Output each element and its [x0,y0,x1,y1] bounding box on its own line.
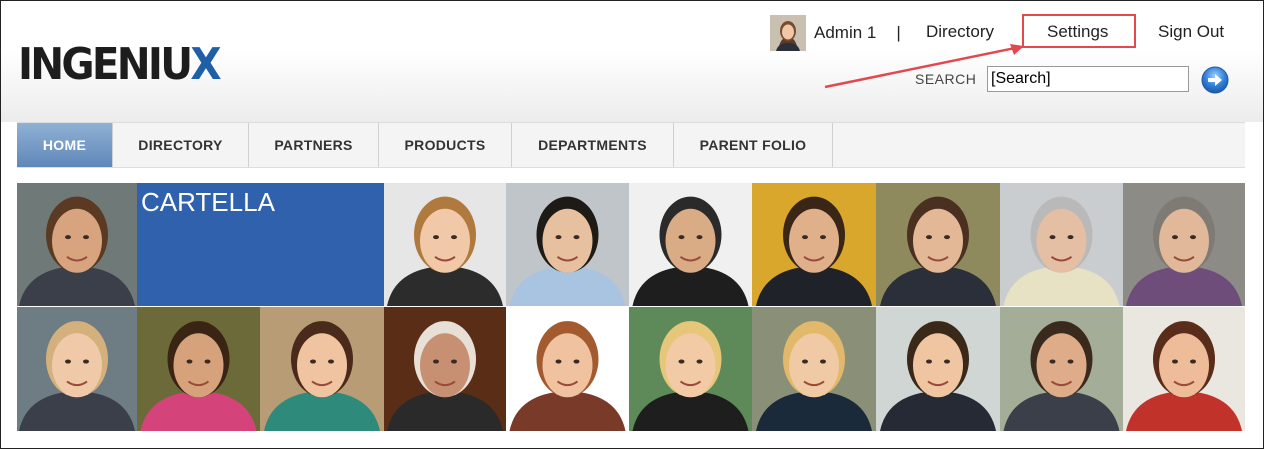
person-photo-tile[interactable] [17,307,137,431]
person-photo [1000,183,1123,306]
logo-x: X [190,38,221,90]
logo-text: INGENIU [18,38,193,90]
person-photo [1123,307,1245,431]
settings-link[interactable]: Settings [1047,22,1108,42]
person-photo [384,307,506,431]
main-menu: HOME DIRECTORY PARTNERS PRODUCTS DEPARTM… [17,122,1245,168]
person-photo-tile[interactable] [260,307,384,431]
featured-tile[interactable]: CARTELLA [137,183,384,306]
person-photo-tile[interactable] [137,307,260,431]
person-photo [629,307,752,431]
person-photo-tile[interactable] [1000,183,1123,306]
menu-item-products[interactable]: PRODUCTS [379,123,512,167]
person-photo [384,183,506,306]
search-go-button[interactable] [1200,66,1230,94]
person-photo-tile[interactable] [384,307,506,431]
person-photo [506,307,629,431]
menu-item-departments[interactable]: DEPARTMENTS [512,123,674,167]
person-photo [137,307,260,431]
menu-item-home[interactable]: HOME [17,123,113,167]
menu-item-partners[interactable]: PARTNERS [249,123,379,167]
person-photo-tile[interactable] [1123,307,1245,431]
person-photo-tile[interactable] [629,183,752,306]
person-photo [17,183,137,306]
person-photo-tile[interactable] [876,183,1000,306]
directory-link[interactable]: Directory [926,22,994,42]
person-photo [260,307,384,431]
ingeniux-logo[interactable]: INGENIU X [18,38,222,90]
person-photo-tile[interactable] [384,183,506,306]
person-photo [876,183,1000,306]
menu-item-directory[interactable]: DIRECTORY [113,123,249,167]
person-photo [506,183,629,306]
person-photo-tile[interactable] [629,307,752,431]
person-photo-tile[interactable] [876,307,1000,431]
sign-out-link[interactable]: Sign Out [1158,22,1224,42]
featured-tile-label: CARTELLA [141,187,275,217]
person-photo-tile[interactable] [17,183,137,306]
person-photo-tile[interactable] [506,183,629,306]
person-photo [752,183,876,306]
menu-item-parent-folio[interactable]: PARENT FOLIO [674,123,833,167]
arrow-right-icon [1201,66,1229,94]
people-photo-grid: CARTELLA [17,183,1245,431]
person-photo-tile[interactable] [752,307,876,431]
person-photo [629,183,752,306]
person-photo [17,307,137,431]
person-photo-tile[interactable] [752,183,876,306]
person-photo [1123,183,1245,306]
person-photo-tile[interactable] [506,307,629,431]
avatar [770,15,806,51]
search-label: SEARCH [915,71,977,87]
person-photo-tile[interactable] [1000,307,1123,431]
person-photo [752,307,876,431]
search-input[interactable] [987,66,1189,92]
person-photo [876,307,1000,431]
person-photo [1000,307,1123,431]
person-photo-tile[interactable] [1123,183,1245,306]
